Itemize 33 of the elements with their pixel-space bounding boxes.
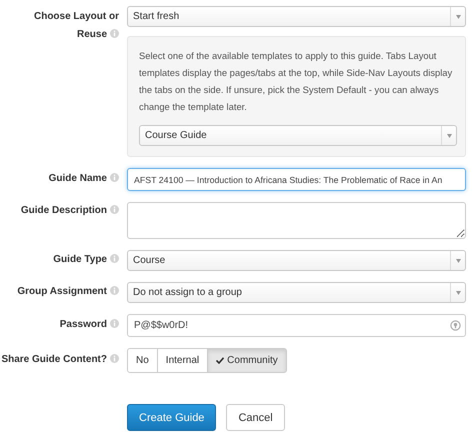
caret-icon [446, 134, 452, 138]
dropdown[interactable]: Do not assign to a group [127, 282, 466, 303]
field-label: Choose Layout or Reuse [32, 10, 119, 42]
dropdown[interactable]: Course Guide [139, 125, 457, 146]
info-icon[interactable] [110, 205, 119, 214]
field-label: Password [60, 316, 119, 337]
field-label: Guide Name [48, 170, 119, 191]
info-icon[interactable] [110, 29, 119, 38]
template-help-text: Select one of the available templates to apply to this guide. Tabs Layout templates display the pages/tabs at the top, while Side-Nav Layouts display the tabs on the side. If unsure, pick the System Default - you can always change the template later. [139, 49, 454, 114]
info-icon[interactable] [110, 173, 119, 182]
caret-icon [456, 290, 460, 294]
password-field[interactable]: P@$$w0rD! [127, 314, 466, 337]
key-icon[interactable] [450, 320, 461, 331]
cancel-button[interactable]: Cancel [226, 404, 285, 431]
info-icon[interactable] [110, 354, 119, 363]
field-label: Group Assignment [17, 283, 119, 303]
create-button[interactable]: Create Guide [127, 404, 216, 431]
caret-icon [456, 14, 460, 18]
field-label: Guide Type [53, 251, 119, 271]
share-option[interactable]: No [127, 348, 158, 373]
guide-name-field[interactable]: AFST 24100 — Introduction to Africana Studies: The Problematic of Race in An [127, 168, 466, 191]
share-option[interactable]: Community [207, 348, 287, 373]
share-option[interactable]: Internal [156, 348, 208, 373]
info-icon[interactable] [110, 254, 119, 263]
field-label: Guide Description [20, 202, 119, 239]
info-icon[interactable] [110, 286, 119, 295]
field-label: Share Guide Content? [1, 351, 119, 373]
dropdown[interactable]: Start fresh [127, 6, 466, 27]
caret-icon [456, 258, 460, 262]
dropdown[interactable]: Course [127, 250, 466, 271]
check-icon [216, 357, 224, 364]
info-icon[interactable] [110, 319, 119, 328]
description-field[interactable] [127, 202, 466, 239]
